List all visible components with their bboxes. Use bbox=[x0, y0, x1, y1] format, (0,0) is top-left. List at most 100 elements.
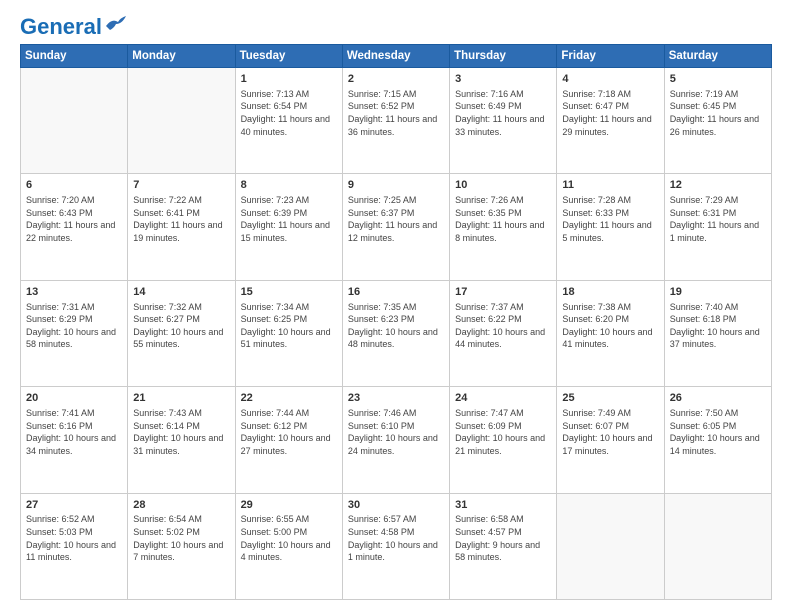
calendar-cell: 21Sunrise: 7:43 AMSunset: 6:14 PMDayligh… bbox=[128, 387, 235, 493]
day-number: 16 bbox=[348, 285, 444, 300]
calendar-cell: 26Sunrise: 7:50 AMSunset: 6:05 PMDayligh… bbox=[664, 387, 771, 493]
cell-info: Sunrise: 7:35 AMSunset: 6:23 PMDaylight:… bbox=[348, 301, 444, 351]
calendar-cell: 15Sunrise: 7:34 AMSunset: 6:25 PMDayligh… bbox=[235, 280, 342, 386]
calendar-cell: 30Sunrise: 6:57 AMSunset: 4:58 PMDayligh… bbox=[342, 493, 449, 599]
cell-info: Sunrise: 7:22 AMSunset: 6:41 PMDaylight:… bbox=[133, 194, 229, 244]
day-number: 20 bbox=[26, 391, 122, 406]
calendar-cell: 14Sunrise: 7:32 AMSunset: 6:27 PMDayligh… bbox=[128, 280, 235, 386]
cell-info: Sunrise: 7:15 AMSunset: 6:52 PMDaylight:… bbox=[348, 88, 444, 138]
cell-info: Sunrise: 7:26 AMSunset: 6:35 PMDaylight:… bbox=[455, 194, 551, 244]
day-number: 28 bbox=[133, 498, 229, 513]
calendar-week-row: 27Sunrise: 6:52 AMSunset: 5:03 PMDayligh… bbox=[21, 493, 772, 599]
calendar-cell: 25Sunrise: 7:49 AMSunset: 6:07 PMDayligh… bbox=[557, 387, 664, 493]
day-number: 21 bbox=[133, 391, 229, 406]
cell-info: Sunrise: 7:49 AMSunset: 6:07 PMDaylight:… bbox=[562, 407, 658, 457]
cell-info: Sunrise: 7:23 AMSunset: 6:39 PMDaylight:… bbox=[241, 194, 337, 244]
calendar-cell: 12Sunrise: 7:29 AMSunset: 6:31 PMDayligh… bbox=[664, 174, 771, 280]
cell-info: Sunrise: 7:43 AMSunset: 6:14 PMDaylight:… bbox=[133, 407, 229, 457]
cell-info: Sunrise: 7:20 AMSunset: 6:43 PMDaylight:… bbox=[26, 194, 122, 244]
day-number: 7 bbox=[133, 178, 229, 193]
calendar-cell: 11Sunrise: 7:28 AMSunset: 6:33 PMDayligh… bbox=[557, 174, 664, 280]
logo-text: General bbox=[20, 16, 102, 38]
cell-info: Sunrise: 7:31 AMSunset: 6:29 PMDaylight:… bbox=[26, 301, 122, 351]
day-number: 10 bbox=[455, 178, 551, 193]
cell-info: Sunrise: 7:37 AMSunset: 6:22 PMDaylight:… bbox=[455, 301, 551, 351]
cell-info: Sunrise: 7:44 AMSunset: 6:12 PMDaylight:… bbox=[241, 407, 337, 457]
page: General SundayMondayTuesdayWednesdayThur… bbox=[0, 0, 792, 612]
cell-info: Sunrise: 7:38 AMSunset: 6:20 PMDaylight:… bbox=[562, 301, 658, 351]
day-number: 23 bbox=[348, 391, 444, 406]
day-number: 22 bbox=[241, 391, 337, 406]
calendar-day-header: Friday bbox=[557, 45, 664, 68]
calendar-cell: 8Sunrise: 7:23 AMSunset: 6:39 PMDaylight… bbox=[235, 174, 342, 280]
day-number: 1 bbox=[241, 72, 337, 87]
calendar-cell: 29Sunrise: 6:55 AMSunset: 5:00 PMDayligh… bbox=[235, 493, 342, 599]
calendar-week-row: 1Sunrise: 7:13 AMSunset: 6:54 PMDaylight… bbox=[21, 68, 772, 174]
calendar-cell: 13Sunrise: 7:31 AMSunset: 6:29 PMDayligh… bbox=[21, 280, 128, 386]
logo: General bbox=[20, 16, 126, 34]
cell-info: Sunrise: 7:32 AMSunset: 6:27 PMDaylight:… bbox=[133, 301, 229, 351]
cell-info: Sunrise: 7:16 AMSunset: 6:49 PMDaylight:… bbox=[455, 88, 551, 138]
day-number: 26 bbox=[670, 391, 766, 406]
calendar-cell: 2Sunrise: 7:15 AMSunset: 6:52 PMDaylight… bbox=[342, 68, 449, 174]
cell-info: Sunrise: 7:29 AMSunset: 6:31 PMDaylight:… bbox=[670, 194, 766, 244]
calendar-cell: 17Sunrise: 7:37 AMSunset: 6:22 PMDayligh… bbox=[450, 280, 557, 386]
calendar-header-row: SundayMondayTuesdayWednesdayThursdayFrid… bbox=[21, 45, 772, 68]
calendar-cell: 28Sunrise: 6:54 AMSunset: 5:02 PMDayligh… bbox=[128, 493, 235, 599]
calendar-cell: 16Sunrise: 7:35 AMSunset: 6:23 PMDayligh… bbox=[342, 280, 449, 386]
calendar-day-header: Monday bbox=[128, 45, 235, 68]
day-number: 18 bbox=[562, 285, 658, 300]
day-number: 27 bbox=[26, 498, 122, 513]
calendar-cell: 5Sunrise: 7:19 AMSunset: 6:45 PMDaylight… bbox=[664, 68, 771, 174]
day-number: 8 bbox=[241, 178, 337, 193]
calendar-day-header: Sunday bbox=[21, 45, 128, 68]
calendar-day-header: Wednesday bbox=[342, 45, 449, 68]
calendar-week-row: 6Sunrise: 7:20 AMSunset: 6:43 PMDaylight… bbox=[21, 174, 772, 280]
day-number: 5 bbox=[670, 72, 766, 87]
calendar-cell: 9Sunrise: 7:25 AMSunset: 6:37 PMDaylight… bbox=[342, 174, 449, 280]
day-number: 2 bbox=[348, 72, 444, 87]
day-number: 14 bbox=[133, 285, 229, 300]
calendar-cell: 19Sunrise: 7:40 AMSunset: 6:18 PMDayligh… bbox=[664, 280, 771, 386]
day-number: 9 bbox=[348, 178, 444, 193]
calendar-cell: 7Sunrise: 7:22 AMSunset: 6:41 PMDaylight… bbox=[128, 174, 235, 280]
cell-info: Sunrise: 6:52 AMSunset: 5:03 PMDaylight:… bbox=[26, 513, 122, 563]
calendar-cell: 23Sunrise: 7:46 AMSunset: 6:10 PMDayligh… bbox=[342, 387, 449, 493]
logo-bird-icon bbox=[104, 16, 126, 34]
day-number: 12 bbox=[670, 178, 766, 193]
calendar-day-header: Saturday bbox=[664, 45, 771, 68]
cell-info: Sunrise: 7:28 AMSunset: 6:33 PMDaylight:… bbox=[562, 194, 658, 244]
cell-info: Sunrise: 6:55 AMSunset: 5:00 PMDaylight:… bbox=[241, 513, 337, 563]
cell-info: Sunrise: 7:47 AMSunset: 6:09 PMDaylight:… bbox=[455, 407, 551, 457]
cell-info: Sunrise: 6:58 AMSunset: 4:57 PMDaylight:… bbox=[455, 513, 551, 563]
calendar-cell: 31Sunrise: 6:58 AMSunset: 4:57 PMDayligh… bbox=[450, 493, 557, 599]
header: General bbox=[20, 16, 772, 34]
cell-info: Sunrise: 7:13 AMSunset: 6:54 PMDaylight:… bbox=[241, 88, 337, 138]
calendar-cell bbox=[21, 68, 128, 174]
day-number: 25 bbox=[562, 391, 658, 406]
cell-info: Sunrise: 7:25 AMSunset: 6:37 PMDaylight:… bbox=[348, 194, 444, 244]
day-number: 3 bbox=[455, 72, 551, 87]
calendar-cell: 4Sunrise: 7:18 AMSunset: 6:47 PMDaylight… bbox=[557, 68, 664, 174]
cell-info: Sunrise: 6:57 AMSunset: 4:58 PMDaylight:… bbox=[348, 513, 444, 563]
cell-info: Sunrise: 7:41 AMSunset: 6:16 PMDaylight:… bbox=[26, 407, 122, 457]
day-number: 29 bbox=[241, 498, 337, 513]
calendar-cell bbox=[128, 68, 235, 174]
day-number: 24 bbox=[455, 391, 551, 406]
day-number: 17 bbox=[455, 285, 551, 300]
cell-info: Sunrise: 7:19 AMSunset: 6:45 PMDaylight:… bbox=[670, 88, 766, 138]
calendar-cell: 22Sunrise: 7:44 AMSunset: 6:12 PMDayligh… bbox=[235, 387, 342, 493]
calendar-week-row: 20Sunrise: 7:41 AMSunset: 6:16 PMDayligh… bbox=[21, 387, 772, 493]
calendar-cell: 1Sunrise: 7:13 AMSunset: 6:54 PMDaylight… bbox=[235, 68, 342, 174]
cell-info: Sunrise: 7:18 AMSunset: 6:47 PMDaylight:… bbox=[562, 88, 658, 138]
calendar-cell bbox=[557, 493, 664, 599]
day-number: 19 bbox=[670, 285, 766, 300]
cell-info: Sunrise: 7:46 AMSunset: 6:10 PMDaylight:… bbox=[348, 407, 444, 457]
day-number: 4 bbox=[562, 72, 658, 87]
day-number: 13 bbox=[26, 285, 122, 300]
cell-info: Sunrise: 6:54 AMSunset: 5:02 PMDaylight:… bbox=[133, 513, 229, 563]
calendar-cell: 3Sunrise: 7:16 AMSunset: 6:49 PMDaylight… bbox=[450, 68, 557, 174]
calendar-cell bbox=[664, 493, 771, 599]
calendar-cell: 10Sunrise: 7:26 AMSunset: 6:35 PMDayligh… bbox=[450, 174, 557, 280]
day-number: 15 bbox=[241, 285, 337, 300]
